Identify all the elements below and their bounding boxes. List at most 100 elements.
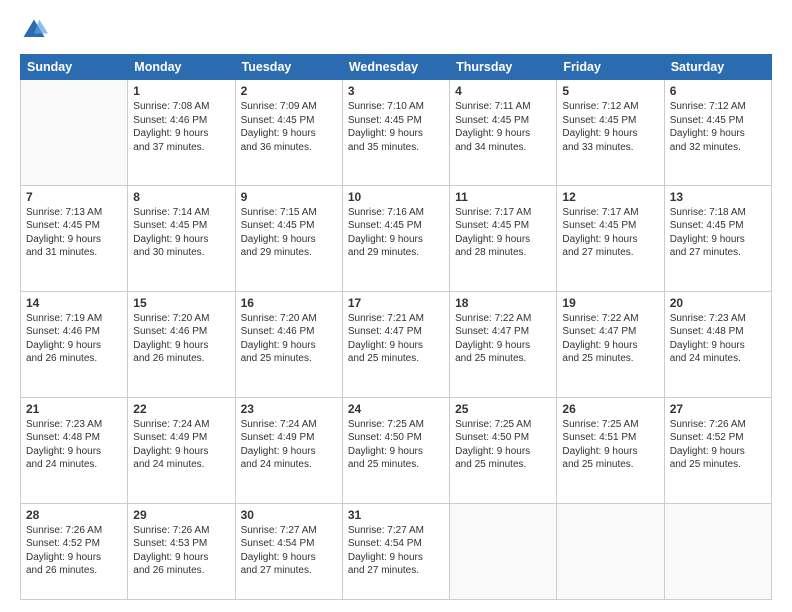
calendar-cell: 31Sunrise: 7:27 AM Sunset: 4:54 PM Dayli… [342, 503, 449, 599]
day-number: 13 [670, 190, 766, 204]
calendar-cell: 2 Sunrise: 7:09 AM Sunset: 4:45 PM Daylig… [235, 80, 342, 186]
day-number: 7 [26, 190, 122, 204]
day-info: Sunrise: 7:11 AM Sunset: 4:45 PM Dayligh… [455, 100, 551, 154]
day-info: Sunrise: 7:12 AM Sunset: 4:45 PM Dayligh… [670, 100, 766, 154]
day-info: Sunrise: 7:22 AM Sunset: 4:47 PM Dayligh… [562, 312, 658, 366]
calendar-cell: 21 Sunrise: 7:23 AM Sunset: 4:48 PM Dayli… [21, 397, 128, 503]
week-row-5: 28Sunrise: 7:26 AM Sunset: 4:52 PM Dayli… [21, 503, 772, 599]
day-number: 9 [241, 190, 337, 204]
week-row-4: 21 Sunrise: 7:23 AM Sunset: 4:48 PM Dayli… [21, 397, 772, 503]
day-number: 29 [133, 508, 229, 522]
calendar-cell: 29 Sunrise: 7:26 AM Sunset: 4:53 PM Dayli… [128, 503, 235, 599]
day-number: 22 [133, 402, 229, 416]
day-info: Sunrise: 7:08 AM Sunset: 4:46 PM Dayligh… [133, 100, 229, 154]
day-number: 10 [348, 190, 444, 204]
header [20, 16, 772, 44]
day-number: 14 [26, 296, 122, 310]
day-number: 3 [348, 84, 444, 98]
day-info: Sunrise: 7:15 AM Sunset: 4:45 PM Dayligh… [241, 206, 337, 260]
calendar-cell [557, 503, 664, 599]
calendar: SundayMondayTuesdayWednesdayThursdayFrid… [20, 54, 772, 600]
day-info: Sunrise: 7:27 AM Sunset: 4:54 PM Dayligh… [241, 524, 337, 578]
calendar-cell [450, 503, 557, 599]
day-info: Sunrise: 7:17 AM Sunset: 4:45 PM Dayligh… [562, 206, 658, 260]
page: SundayMondayTuesdayWednesdayThursdayFrid… [0, 0, 792, 612]
calendar-cell: 15 Sunrise: 7:20 AM Sunset: 4:46 PM Dayli… [128, 291, 235, 397]
day-info: Sunrise: 7:10 AM Sunset: 4:45 PM Dayligh… [348, 100, 444, 154]
calendar-cell: 6Sunrise: 7:12 AM Sunset: 4:45 PM Daylig… [664, 80, 771, 186]
weekday-header-monday: Monday [128, 55, 235, 80]
day-number: 12 [562, 190, 658, 204]
day-info: Sunrise: 7:16 AM Sunset: 4:45 PM Dayligh… [348, 206, 444, 260]
day-info: Sunrise: 7:23 AM Sunset: 4:48 PM Dayligh… [670, 312, 766, 366]
calendar-cell: 14 Sunrise: 7:19 AM Sunset: 4:46 PM Dayli… [21, 291, 128, 397]
day-info: Sunrise: 7:22 AM Sunset: 4:47 PM Dayligh… [455, 312, 551, 366]
calendar-cell: 10 Sunrise: 7:16 AM Sunset: 4:45 PM Dayli… [342, 185, 449, 291]
logo [20, 16, 52, 44]
calendar-cell: 30Sunrise: 7:27 AM Sunset: 4:54 PM Dayli… [235, 503, 342, 599]
day-number: 16 [241, 296, 337, 310]
day-info: Sunrise: 7:25 AM Sunset: 4:50 PM Dayligh… [348, 418, 444, 472]
day-number: 31 [348, 508, 444, 522]
day-number: 8 [133, 190, 229, 204]
calendar-cell: 9 Sunrise: 7:15 AM Sunset: 4:45 PM Daylig… [235, 185, 342, 291]
calendar-cell: 25Sunrise: 7:25 AM Sunset: 4:50 PM Dayli… [450, 397, 557, 503]
calendar-cell: 3 Sunrise: 7:10 AM Sunset: 4:45 PM Daylig… [342, 80, 449, 186]
day-number: 4 [455, 84, 551, 98]
day-info: Sunrise: 7:18 AM Sunset: 4:45 PM Dayligh… [670, 206, 766, 260]
day-number: 27 [670, 402, 766, 416]
day-number: 19 [562, 296, 658, 310]
calendar-cell: 16Sunrise: 7:20 AM Sunset: 4:46 PM Dayli… [235, 291, 342, 397]
day-info: Sunrise: 7:19 AM Sunset: 4:46 PM Dayligh… [26, 312, 122, 366]
calendar-cell: 7Sunrise: 7:13 AM Sunset: 4:45 PM Daylig… [21, 185, 128, 291]
calendar-cell: 20 Sunrise: 7:23 AM Sunset: 4:48 PM Dayli… [664, 291, 771, 397]
day-info: Sunrise: 7:09 AM Sunset: 4:45 PM Dayligh… [241, 100, 337, 154]
week-row-3: 14 Sunrise: 7:19 AM Sunset: 4:46 PM Dayli… [21, 291, 772, 397]
calendar-cell: 26Sunrise: 7:25 AM Sunset: 4:51 PM Dayli… [557, 397, 664, 503]
day-number: 17 [348, 296, 444, 310]
calendar-cell: 4 Sunrise: 7:11 AM Sunset: 4:45 PM Daylig… [450, 80, 557, 186]
day-number: 15 [133, 296, 229, 310]
weekday-header-sunday: Sunday [21, 55, 128, 80]
day-info: Sunrise: 7:26 AM Sunset: 4:52 PM Dayligh… [26, 524, 122, 578]
day-info: Sunrise: 7:24 AM Sunset: 4:49 PM Dayligh… [133, 418, 229, 472]
day-number: 20 [670, 296, 766, 310]
weekday-header-tuesday: Tuesday [235, 55, 342, 80]
calendar-cell [21, 80, 128, 186]
day-number: 11 [455, 190, 551, 204]
day-number: 25 [455, 402, 551, 416]
calendar-cell: 8 Sunrise: 7:14 AM Sunset: 4:45 PM Daylig… [128, 185, 235, 291]
calendar-cell: 28Sunrise: 7:26 AM Sunset: 4:52 PM Dayli… [21, 503, 128, 599]
day-info: Sunrise: 7:23 AM Sunset: 4:48 PM Dayligh… [26, 418, 122, 472]
day-number: 24 [348, 402, 444, 416]
day-number: 23 [241, 402, 337, 416]
calendar-cell: 24 Sunrise: 7:25 AM Sunset: 4:50 PM Dayli… [342, 397, 449, 503]
logo-icon [20, 16, 48, 44]
week-row-1: 1 Sunrise: 7:08 AM Sunset: 4:46 PM Daylig… [21, 80, 772, 186]
calendar-cell: 18 Sunrise: 7:22 AM Sunset: 4:47 PM Dayli… [450, 291, 557, 397]
day-number: 2 [241, 84, 337, 98]
calendar-cell: 22 Sunrise: 7:24 AM Sunset: 4:49 PM Dayli… [128, 397, 235, 503]
day-number: 1 [133, 84, 229, 98]
weekday-header-friday: Friday [557, 55, 664, 80]
calendar-cell: 5 Sunrise: 7:12 AM Sunset: 4:45 PM Daylig… [557, 80, 664, 186]
calendar-cell: 11 Sunrise: 7:17 AM Sunset: 4:45 PM Dayli… [450, 185, 557, 291]
calendar-cell [664, 503, 771, 599]
calendar-cell: 19 Sunrise: 7:22 AM Sunset: 4:47 PM Dayli… [557, 291, 664, 397]
day-info: Sunrise: 7:14 AM Sunset: 4:45 PM Dayligh… [133, 206, 229, 260]
day-info: Sunrise: 7:12 AM Sunset: 4:45 PM Dayligh… [562, 100, 658, 154]
calendar-cell: 27 Sunrise: 7:26 AM Sunset: 4:52 PM Dayli… [664, 397, 771, 503]
weekday-header-thursday: Thursday [450, 55, 557, 80]
day-info: Sunrise: 7:26 AM Sunset: 4:52 PM Dayligh… [670, 418, 766, 472]
day-number: 18 [455, 296, 551, 310]
day-number: 5 [562, 84, 658, 98]
day-info: Sunrise: 7:24 AM Sunset: 4:49 PM Dayligh… [241, 418, 337, 472]
weekday-header-row: SundayMondayTuesdayWednesdayThursdayFrid… [21, 55, 772, 80]
day-info: Sunrise: 7:17 AM Sunset: 4:45 PM Dayligh… [455, 206, 551, 260]
day-info: Sunrise: 7:20 AM Sunset: 4:46 PM Dayligh… [133, 312, 229, 366]
weekday-header-saturday: Saturday [664, 55, 771, 80]
day-number: 21 [26, 402, 122, 416]
day-info: Sunrise: 7:26 AM Sunset: 4:53 PM Dayligh… [133, 524, 229, 578]
calendar-cell: 13 Sunrise: 7:18 AM Sunset: 4:45 PM Dayli… [664, 185, 771, 291]
weekday-header-wednesday: Wednesday [342, 55, 449, 80]
